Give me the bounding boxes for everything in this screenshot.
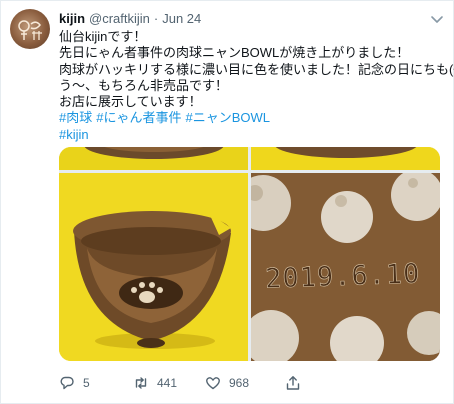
avatar[interactable] — [10, 9, 50, 49]
retweet-count: 441 — [157, 376, 178, 390]
reply-count: 5 — [83, 376, 90, 390]
tweet-header: kijin @craftkijin · Jun 24 — [59, 10, 201, 28]
author-handle[interactable]: @craftkijin — [89, 10, 150, 28]
media-grid: 2019.6.10 — [59, 147, 440, 361]
photo-3[interactable] — [59, 173, 248, 361]
tweet-line: う〜、もちろん非売品です！ — [59, 77, 229, 93]
like-button[interactable]: 968 — [205, 373, 249, 393]
hashtag-link[interactable]: #肉球 — [59, 110, 92, 125]
photo-1[interactable] — [59, 147, 248, 170]
hashtag-link[interactable]: #にゃん者事件 — [96, 110, 181, 125]
photo-2[interactable] — [251, 147, 440, 170]
tweet-line: 先日にゃん者事件の肉球ニャンBOWLが焼き上がりました！ — [59, 45, 410, 61]
retweet-button[interactable]: 441 — [133, 373, 177, 393]
tweet-line: お店に展示しています！ — [59, 94, 202, 110]
more-options-button[interactable] — [429, 11, 445, 27]
chevron-down-icon — [431, 16, 443, 23]
hashtag-link[interactable]: #ニャンBOWL — [185, 110, 270, 125]
tweet-date[interactable]: Jun 24 — [162, 10, 201, 28]
reply-button[interactable]: 5 — [59, 373, 90, 393]
tweet-card[interactable]: kijin @craftkijin · Jun 24 仙台kijinです！ 先日… — [0, 0, 454, 404]
share-button[interactable] — [285, 373, 309, 393]
tweet-line: 肉球がハッキリする様に濃い目に色を使いました！記念の日にちも(^ ^) — [59, 61, 454, 77]
hashtag-link[interactable]: #kijin — [59, 127, 89, 142]
separator-dot: · — [153, 11, 159, 26]
photo-stamp-text: 2019.6.10 — [265, 258, 421, 294]
author-name[interactable]: kijin — [59, 10, 85, 28]
tweet-text: 仙台kijinです！ 先日にゃん者事件の肉球ニャンBOWLが焼き上がりました！ … — [59, 29, 454, 143]
reply-icon — [60, 376, 74, 390]
share-icon — [286, 376, 300, 390]
tweet-actions: 5 441 968 — [59, 373, 359, 393]
retweet-icon — [135, 377, 147, 389]
hashtag-row: #kijin — [59, 127, 449, 143]
hashtag-row: #肉球 #にゃん者事件 #ニャンBOWL — [59, 110, 449, 126]
photo-4[interactable]: 2019.6.10 — [251, 173, 440, 361]
avatar-logo — [16, 18, 44, 40]
tweet-line: 仙台kijinです！ — [59, 29, 147, 44]
heart-icon — [206, 377, 220, 390]
like-count: 968 — [229, 376, 250, 390]
